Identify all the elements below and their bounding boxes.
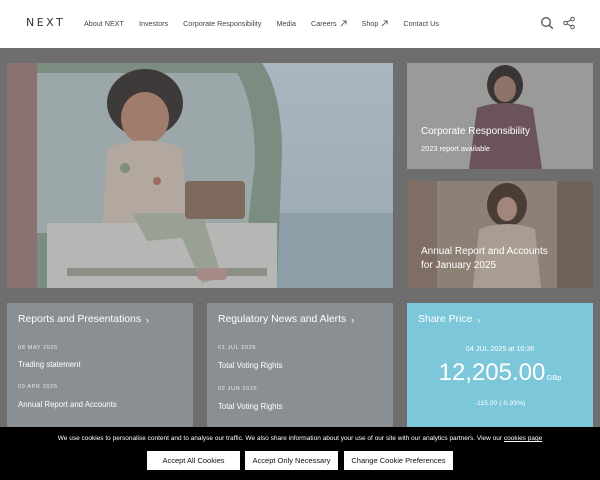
nav-investors-label: Investors	[138, 19, 169, 28]
cr-photo	[407, 63, 593, 169]
share-timestamp: 04 JUL 2025 at 16:36	[465, 344, 535, 353]
hero-photo	[7, 63, 393, 288]
nav-cr-label: Corporate Responsibility	[183, 19, 262, 28]
report-link[interactable]: Trading statement	[18, 360, 81, 369]
nav-shop[interactable]: Shop	[362, 19, 389, 28]
external-link-icon	[340, 20, 347, 27]
search-icon[interactable]	[540, 16, 554, 30]
corporate-responsibility-tile[interactable]: Corporate Responsibility 2023 report ava…	[407, 63, 593, 169]
hero-image[interactable]	[7, 63, 393, 288]
accept-necessary-button[interactable]: Accept Only Necessary	[245, 451, 338, 470]
share-price-value: 12,205.00GBp	[407, 359, 593, 387]
share-price-unit: GBp	[546, 373, 562, 382]
news-card: Regulatory News and Alerts › 01 JUL 2025…	[207, 303, 393, 433]
chevron-right-icon: ›	[146, 314, 150, 325]
share-price-number: 12,205.00	[438, 359, 546, 386]
nav-contact[interactable]: Contact Us	[403, 19, 439, 28]
news-date: 02 JUN 2025	[218, 386, 258, 392]
external-link-icon	[381, 20, 388, 27]
reports-card: Reports and Presentations › 08 MAY 2025 …	[7, 303, 193, 433]
report-date: 09 APR 2025	[18, 384, 58, 390]
reports-title-text: Reports and Presentations	[18, 314, 142, 325]
site-header: NEXT About NEXT Investors Corporate Resp…	[0, 0, 600, 48]
news-link[interactable]: Total Voting Rights	[218, 402, 283, 411]
news-date: 01 JUL 2025	[218, 345, 257, 351]
share-change: -115.00 (-0.93%)	[474, 400, 526, 407]
share-icon[interactable]	[562, 16, 576, 30]
cr-subtitle: 2023 report available	[421, 144, 491, 153]
nav-careers-label: Careers	[311, 19, 337, 28]
cr-title: Corporate Responsibility	[421, 126, 530, 137]
report-link[interactable]: Annual Report and Accounts	[18, 400, 117, 409]
nav-careers[interactable]: Careers	[311, 19, 347, 28]
cookie-text: We use cookies to personalise content an…	[57, 435, 503, 442]
share-title-text: Share Price	[418, 314, 473, 325]
cookies-page-link[interactable]: cookies page	[504, 435, 542, 442]
change-cookie-preferences-button[interactable]: Change Cookie Preferences	[344, 451, 453, 470]
news-title-text: Regulatory News and Alerts	[218, 314, 347, 325]
cookie-banner: We use cookies to personalise content an…	[0, 427, 600, 480]
nav-shop-label: Shop	[361, 19, 379, 28]
news-link[interactable]: Total Voting Rights	[218, 361, 283, 370]
share-price-card: Share Price › 04 JUL 2025 at 16:36 12,20…	[407, 303, 593, 433]
next-logo[interactable]: NEXT	[26, 16, 65, 29]
chevron-right-icon: ›	[477, 314, 481, 325]
nav-media[interactable]: Media	[276, 19, 296, 28]
accept-all-cookies-button[interactable]: Accept All Cookies	[147, 451, 240, 470]
nav-about[interactable]: About NEXT	[84, 19, 124, 28]
nav-investors[interactable]: Investors	[139, 19, 168, 28]
ar-title-line2: for January 2025	[421, 260, 497, 271]
reports-title[interactable]: Reports and Presentations ›	[18, 314, 149, 325]
share-title[interactable]: Share Price ›	[418, 314, 480, 325]
news-title[interactable]: Regulatory News and Alerts ›	[218, 314, 354, 325]
cookie-message: We use cookies to personalise content an…	[0, 435, 600, 442]
annual-report-tile[interactable]: Annual Report and Accounts for January 2…	[407, 181, 593, 288]
nav-media-label: Media	[276, 19, 297, 28]
main-nav: About NEXT Investors Corporate Responsib…	[84, 19, 454, 28]
ar-title-line1: Annual Report and Accounts	[421, 246, 548, 257]
chevron-right-icon: ›	[351, 314, 355, 325]
nav-about-label: About NEXT	[84, 19, 124, 28]
report-date: 08 MAY 2025	[18, 345, 58, 351]
nav-contact-label: Contact Us	[403, 19, 439, 28]
nav-corporate-responsibility[interactable]: Corporate Responsibility	[183, 19, 261, 28]
